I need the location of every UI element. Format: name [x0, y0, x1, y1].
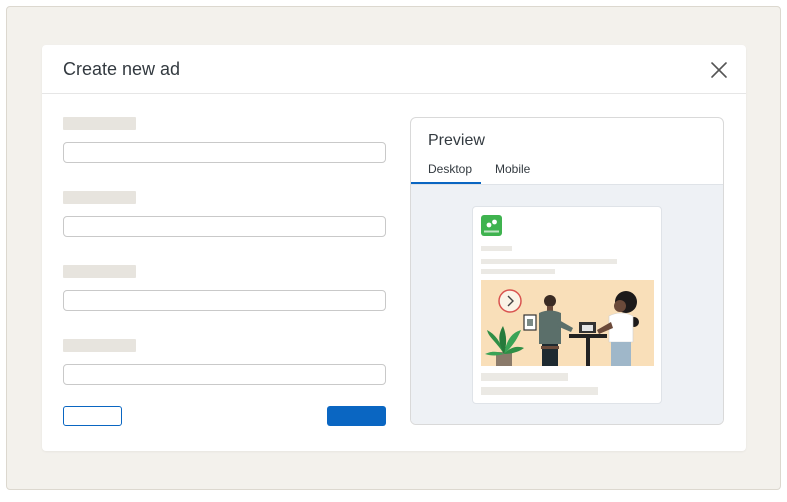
- primary-button[interactable]: [327, 406, 386, 426]
- field-label-1: [63, 117, 136, 130]
- create-ad-modal: Create new ad Preview Desktop Mobile: [42, 45, 746, 451]
- close-icon: [711, 62, 727, 78]
- field-label-4: [63, 339, 136, 352]
- field-input-2[interactable]: [63, 216, 386, 237]
- ad-placeholder-caption: [481, 373, 568, 381]
- field-label-2: [63, 191, 136, 204]
- secondary-button[interactable]: [63, 406, 122, 426]
- field-input-3[interactable]: [63, 290, 386, 311]
- field-input-4[interactable]: [63, 364, 386, 385]
- brand-logo-icon: [481, 215, 502, 236]
- preview-title: Preview: [428, 132, 485, 149]
- modal-title: Create new ad: [63, 59, 181, 79]
- ad-placeholder-line-1: [481, 259, 617, 264]
- ad-illustration: [481, 280, 654, 366]
- ad-placeholder-name: [481, 246, 512, 251]
- ad-preview-card: [472, 206, 662, 404]
- tab-mobile[interactable]: Mobile: [495, 162, 530, 176]
- ad-placeholder-line-2: [481, 269, 555, 274]
- close-button[interactable]: [707, 58, 731, 82]
- ad-placeholder-cta: [481, 387, 598, 395]
- preview-panel: Preview Desktop Mobile: [410, 117, 724, 425]
- modal-header: Create new ad: [42, 45, 746, 94]
- tab-desktop[interactable]: Desktop: [428, 162, 472, 176]
- preview-canvas: [411, 184, 723, 424]
- field-label-3: [63, 265, 136, 278]
- field-input-1[interactable]: [63, 142, 386, 163]
